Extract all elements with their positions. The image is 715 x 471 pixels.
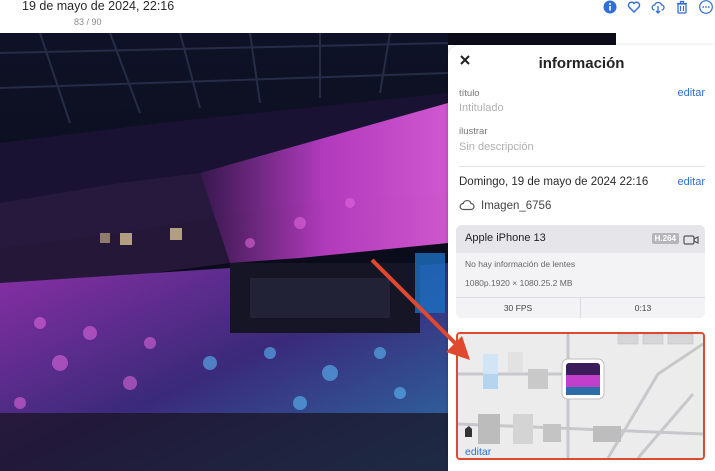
panel-title: información [538,55,625,72]
edit-title-button[interactable]: editar [677,87,705,99]
video-specs: 1080p.1920 × 1080.25.2 MB [465,278,573,288]
description-field[interactable]: Sin descripción [459,141,534,153]
file-row: Imagen_6756 [459,198,551,214]
cloud-icon [459,199,475,214]
photo-counter: 83 / 90 [74,17,102,27]
top-bar: 19 de mayo de 2024, 22:16 83 / 90 [0,0,715,33]
location-map[interactable]: editar [456,332,705,460]
duration-value: 0:13 [634,303,652,313]
divider [459,166,705,167]
title-field[interactable]: Intitulado [459,102,504,114]
map-graphic [458,334,703,458]
video-icon [683,233,699,245]
filename: Imagen_6756 [481,200,552,212]
device-card: Apple iPhone 13 H.264 No hay información… [456,225,705,318]
photo-edge [448,33,616,45]
date-text: Domingo, 19 de mayo de 2024 22:16 [459,176,649,188]
cloud-download-icon[interactable] [651,0,665,14]
info-panel: información título editar Intitulado ilu… [448,45,715,471]
toolbar [603,0,715,14]
concert-photo [0,33,448,471]
device-footer: 30 FPS 0:13 [456,297,705,318]
info-icon[interactable] [603,0,617,14]
device-name: Apple iPhone 13 [465,232,546,244]
title-label: título [459,88,480,99]
description-label: ilustrar [459,126,488,137]
device-header: Apple iPhone 13 H.264 [456,225,705,253]
date-title: 19 de mayo de 2024, 22:16 [22,0,175,13]
lens-info: No hay información de lentes [465,259,576,269]
trash-icon[interactable] [675,0,689,14]
edit-date-button[interactable]: editar [677,176,705,188]
heart-icon[interactable] [627,0,641,14]
edit-location-button[interactable]: editar [465,446,491,458]
more-icon[interactable] [699,0,713,14]
fps-value: 30 FPS [456,298,581,318]
codec-badge: H.264 [651,233,679,244]
